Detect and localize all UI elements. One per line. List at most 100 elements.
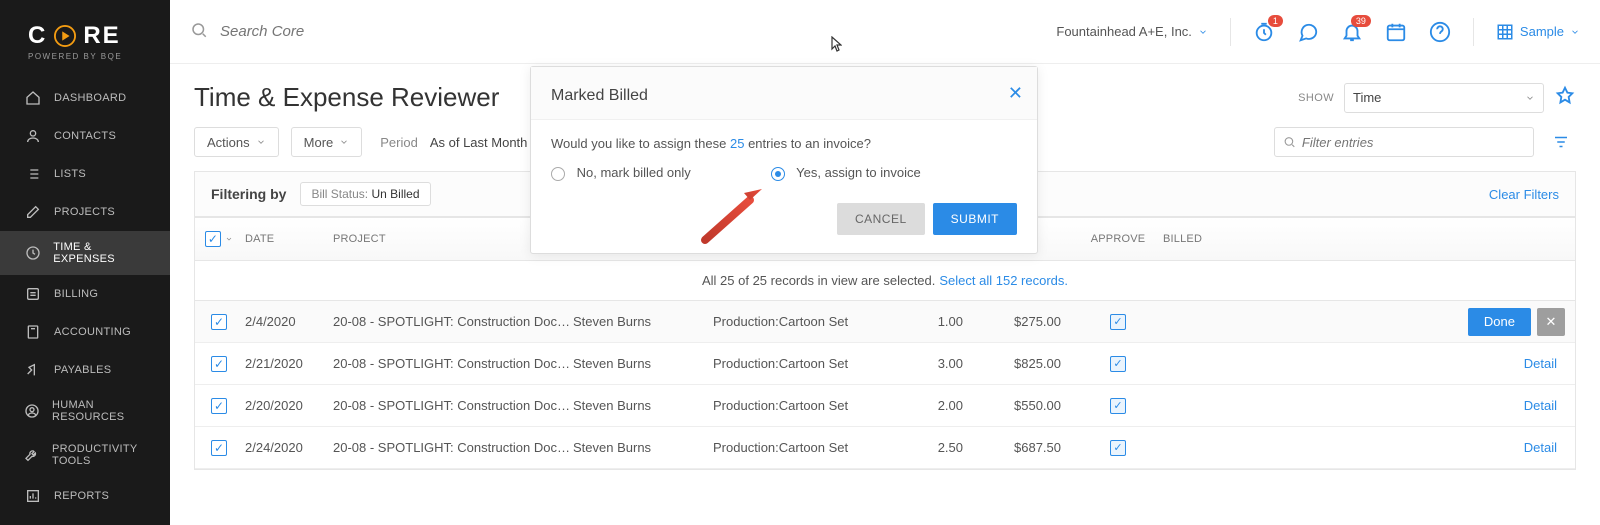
cell-hours: 2.50 bbox=[883, 440, 963, 455]
radio-icon bbox=[771, 167, 785, 181]
divider bbox=[1230, 18, 1231, 46]
company-selector[interactable]: Fountainhead A+E, Inc. bbox=[1056, 24, 1208, 39]
modal-title: Marked Billed ✕ bbox=[531, 67, 1037, 120]
chevron-down-icon bbox=[1525, 93, 1535, 103]
row-checkbox[interactable]: ✓ bbox=[211, 398, 227, 414]
cell-hours: 3.00 bbox=[883, 356, 963, 371]
clear-filters-link[interactable]: Clear Filters bbox=[1489, 187, 1559, 202]
cell-date: 2/20/2020 bbox=[243, 398, 333, 413]
hr-icon bbox=[24, 402, 40, 420]
row-checkbox[interactable]: ✓ bbox=[211, 356, 227, 372]
sidebar-item-projects[interactable]: PROJECTS bbox=[0, 193, 170, 231]
table-row[interactable]: ✓ 2/20/2020 20-08 - SPOTLIGHT: Construct… bbox=[195, 385, 1575, 427]
cell-resource: Steven Burns bbox=[573, 398, 713, 413]
actions-button[interactable]: Actions bbox=[194, 127, 279, 157]
modal-close-icon[interactable]: ✕ bbox=[1008, 83, 1023, 104]
cell-hours: 2.00 bbox=[883, 398, 963, 413]
sidebar-item-productivity[interactable]: PRODUCTIVITY TOOLS bbox=[0, 433, 170, 477]
bell-icon[interactable]: 39 bbox=[1341, 21, 1363, 43]
cell-resource: Steven Burns bbox=[573, 356, 713, 371]
sidebar-item-lists[interactable]: LISTS bbox=[0, 155, 170, 193]
row-checkbox[interactable]: ✓ bbox=[211, 314, 227, 330]
more-button[interactable]: More bbox=[291, 127, 363, 157]
cell-activity: Production:Cartoon Set bbox=[713, 314, 883, 329]
row-checkbox[interactable]: ✓ bbox=[211, 440, 227, 456]
edit-icon bbox=[24, 203, 42, 221]
calendar-icon[interactable] bbox=[1385, 21, 1407, 43]
opt-yes[interactable]: Yes, assign to invoice bbox=[771, 165, 921, 181]
sidebar-item-label: DASHBOARD bbox=[54, 92, 126, 104]
period-value[interactable]: As of Last Month bbox=[430, 135, 528, 150]
submit-button[interactable]: SUBMIT bbox=[933, 203, 1017, 235]
search-icon bbox=[1283, 135, 1296, 149]
approve-checkbox[interactable]: ✓ bbox=[1110, 398, 1126, 414]
show-select[interactable]: Time bbox=[1344, 83, 1544, 113]
search-input[interactable] bbox=[220, 23, 540, 40]
sample-menu[interactable]: Sample bbox=[1496, 23, 1580, 41]
cell-project: 20-08 - SPOTLIGHT: Construction Docu… bbox=[333, 314, 573, 329]
list-icon bbox=[24, 165, 42, 183]
sidebar-item-time-expenses[interactable]: TIME & EXPENSES bbox=[0, 231, 170, 275]
filter-chip[interactable]: Bill Status: Un Billed bbox=[300, 182, 430, 206]
sidebar-item-label: BILLING bbox=[54, 288, 98, 300]
filter-toggle-icon[interactable] bbox=[1546, 127, 1576, 157]
sidebar-item-label: PROJECTS bbox=[54, 206, 115, 218]
modal-count: 25 bbox=[730, 136, 744, 151]
opt-no[interactable]: No, mark billed only bbox=[551, 165, 691, 181]
select-all-checkbox[interactable]: ✓ bbox=[205, 231, 233, 247]
col-date[interactable]: DATE bbox=[243, 233, 333, 245]
approve-checkbox[interactable]: ✓ bbox=[1110, 314, 1126, 330]
sidebar-nav: DASHBOARD CONTACTS LISTS PROJECTS TIME &… bbox=[0, 79, 170, 515]
timer-icon[interactable]: 1 bbox=[1253, 21, 1275, 43]
bell-badge: 39 bbox=[1351, 15, 1371, 28]
filter-entries[interactable] bbox=[1274, 127, 1534, 157]
sidebar-item-payables[interactable]: PAYABLES bbox=[0, 351, 170, 389]
cancel-button[interactable]: CANCEL bbox=[837, 203, 925, 235]
sidebar-item-accounting[interactable]: ACCOUNTING bbox=[0, 313, 170, 351]
approve-checkbox[interactable]: ✓ bbox=[1110, 440, 1126, 456]
sidebar-item-billing[interactable]: BILLING bbox=[0, 275, 170, 313]
help-icon[interactable] bbox=[1429, 21, 1451, 43]
sidebar-item-dashboard[interactable]: DASHBOARD bbox=[0, 79, 170, 117]
col-billed[interactable]: BILLED bbox=[1163, 233, 1253, 245]
logo-mark-icon bbox=[53, 24, 77, 48]
chevron-down-icon bbox=[1198, 27, 1208, 37]
close-row-button[interactable]: ✕ bbox=[1537, 308, 1565, 336]
chat-icon[interactable] bbox=[1297, 21, 1319, 43]
sidebar-item-label: TIME & EXPENSES bbox=[53, 241, 152, 265]
table-row[interactable]: ✓ 2/21/2020 20-08 - SPOTLIGHT: Construct… bbox=[195, 343, 1575, 385]
cell-activity: Production:Cartoon Set bbox=[713, 440, 883, 455]
favorite-icon[interactable] bbox=[1554, 85, 1576, 110]
cell-activity: Production:Cartoon Set bbox=[713, 356, 883, 371]
sidebar-item-hr[interactable]: HUMAN RESOURCES bbox=[0, 389, 170, 433]
cell-amount: $687.50 bbox=[963, 440, 1073, 455]
timer-badge: 1 bbox=[1268, 15, 1283, 28]
chevron-down-icon bbox=[1570, 27, 1580, 37]
cell-amount: $550.00 bbox=[963, 398, 1073, 413]
detail-link[interactable]: Detail bbox=[1524, 398, 1557, 413]
topbar: Fountainhead A+E, Inc. 1 39 Sample bbox=[170, 0, 1600, 64]
detail-link[interactable]: Detail bbox=[1524, 440, 1557, 455]
col-approve[interactable]: APPROVE bbox=[1073, 233, 1163, 245]
cell-amount: $275.00 bbox=[963, 314, 1073, 329]
filtering-label: Filtering by bbox=[211, 186, 286, 202]
company-name: Fountainhead A+E, Inc. bbox=[1056, 24, 1192, 39]
cell-activity: Production:Cartoon Set bbox=[713, 398, 883, 413]
done-button[interactable]: Done bbox=[1468, 308, 1531, 336]
sidebar-item-reports[interactable]: REPORTS bbox=[0, 477, 170, 515]
select-all-link[interactable]: Select all 152 records. bbox=[939, 273, 1068, 288]
table-row[interactable]: ✓ 2/24/2020 20-08 - SPOTLIGHT: Construct… bbox=[195, 427, 1575, 469]
table-row[interactable]: ✓ 2/4/2020 20-08 - SPOTLIGHT: Constructi… bbox=[195, 301, 1575, 343]
reports-icon bbox=[24, 487, 42, 505]
calculator-icon bbox=[24, 323, 42, 341]
user-icon bbox=[24, 127, 42, 145]
cell-project: 20-08 - SPOTLIGHT: Construction Docu… bbox=[333, 398, 573, 413]
sidebar-item-label: ACCOUNTING bbox=[54, 326, 131, 338]
filter-input[interactable] bbox=[1302, 135, 1525, 150]
approve-checkbox[interactable]: ✓ bbox=[1110, 356, 1126, 372]
detail-link[interactable]: Detail bbox=[1524, 356, 1557, 371]
cell-resource: Steven Burns bbox=[573, 314, 713, 329]
modal-prompt-pre: Would you like to assign these bbox=[551, 136, 730, 151]
logo-subtitle: POWERED BY BQE bbox=[28, 52, 170, 61]
sidebar-item-contacts[interactable]: CONTACTS bbox=[0, 117, 170, 155]
